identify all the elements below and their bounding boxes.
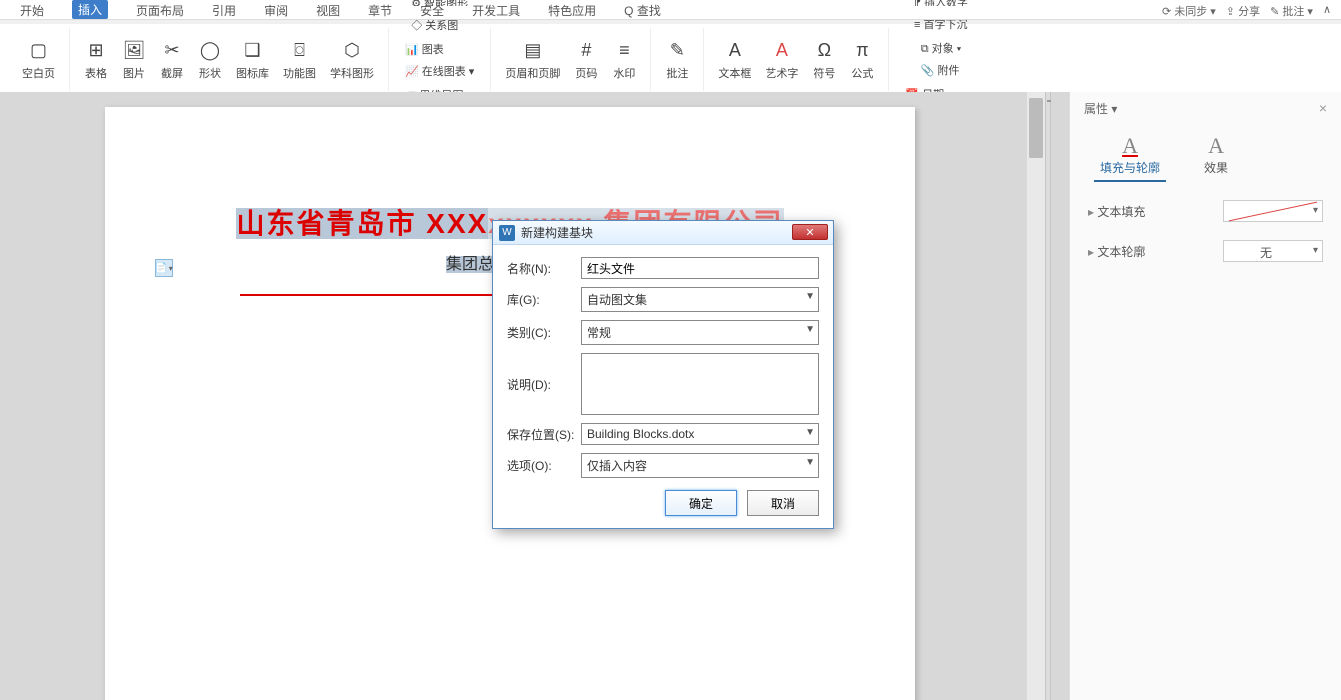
text-fill-swatch[interactable]: ▾ xyxy=(1223,200,1323,222)
desc-label: 说明(D): xyxy=(507,376,581,393)
funcimg-icon: ⌼ xyxy=(288,39,312,63)
wordart-icon: A xyxy=(770,39,794,63)
tab-start[interactable]: 开始 xyxy=(20,2,44,19)
name-label: 名称(N): xyxy=(507,260,581,277)
prop-tab-effects[interactable]: A效果 xyxy=(1198,129,1234,182)
symbol-button[interactable]: Ω符号 xyxy=(806,37,842,83)
options-label: 选项(O): xyxy=(507,457,581,474)
tab-view[interactable]: 视图 xyxy=(316,2,340,19)
ok-button[interactable]: 确定 xyxy=(665,490,737,516)
new-building-block-dialog: W 新建构建基块 ✕ 名称(N): 库(G):自动图文集▼ 类别(C):常规▼ … xyxy=(492,220,834,529)
comment-button[interactable]: ✎批注 xyxy=(659,37,695,83)
comment-icon: ✎ xyxy=(665,39,689,63)
panel-title: 属性 ▾ xyxy=(1084,100,1117,117)
subjshape-button[interactable]: ⬡学科图形 xyxy=(324,37,380,83)
watermark-icon: ≡ xyxy=(612,39,636,63)
dialog-close-button[interactable]: ✕ xyxy=(792,224,828,240)
tab-section[interactable]: 章节 xyxy=(368,2,392,19)
gallery-combo[interactable]: 自动图文集▼ xyxy=(581,287,819,312)
gallery-label: 库(G): xyxy=(507,291,581,308)
headerfooter-button[interactable]: ▤页眉和页脚 xyxy=(499,37,566,83)
iconlib-button[interactable]: ❑图标库 xyxy=(230,37,275,83)
onlinechart-button[interactable]: 📈 在线图表 ▾ xyxy=(401,61,478,81)
ribbon: ▢空白页 ⊞表格 🖼图片 ✂截屏 ◯形状 ❑图标库 ⌼功能图 ⬡学科图形 ⚙ 智… xyxy=(0,24,1341,96)
symbol-icon: Ω xyxy=(812,39,836,63)
text-fill-label[interactable]: 文本填充 xyxy=(1088,203,1145,220)
app-icon: W xyxy=(499,225,515,241)
blank-page-button[interactable]: ▢空白页 xyxy=(16,37,61,83)
comments-button[interactable]: ✎ 批注 ▾ xyxy=(1270,3,1313,19)
name-input[interactable] xyxy=(581,257,819,279)
page-icon: ▢ xyxy=(27,39,51,63)
options-combo[interactable]: 仅插入内容▼ xyxy=(581,453,819,478)
desc-textarea[interactable] xyxy=(581,353,819,415)
text-outline-swatch[interactable]: 无▾ xyxy=(1223,240,1323,262)
attach-button[interactable]: 📎 附件 xyxy=(917,60,966,80)
sync-status[interactable]: ⟳ 未同步 ▾ xyxy=(1162,3,1216,19)
image-icon: 🖼 xyxy=(122,39,146,63)
formula-icon: π xyxy=(850,39,874,63)
share-button[interactable]: ⇪ 分享 xyxy=(1226,3,1260,19)
table-icon: ⊞ xyxy=(84,39,108,63)
vertical-scrollbar[interactable] xyxy=(1027,92,1045,700)
textbox-icon: A xyxy=(723,39,747,63)
paragraph-options-icon[interactable]: 📄 xyxy=(155,259,173,277)
tab-search[interactable]: Q 查找 xyxy=(624,2,661,19)
properties-panel: 属性 ▾ × A填充与轮廓 A效果 文本填充 ▾ 文本轮廓 无▾ xyxy=(1069,92,1341,700)
tab-security[interactable]: 安全 xyxy=(420,2,444,19)
iconlib-icon: ❑ xyxy=(241,39,265,63)
textbox-button[interactable]: A文本框 xyxy=(712,37,757,83)
text-outline-label[interactable]: 文本轮廓 xyxy=(1088,243,1145,260)
headerfooter-icon: ▤ xyxy=(521,39,545,63)
effects-icon: A xyxy=(1208,133,1224,159)
prop-tab-filloutline[interactable]: A填充与轮廓 xyxy=(1094,129,1166,182)
shape-button[interactable]: ◯形状 xyxy=(192,37,228,83)
formula-button[interactable]: π公式 xyxy=(844,37,880,83)
tab-devtools[interactable]: 开发工具 xyxy=(472,2,520,19)
pagenum-icon: # xyxy=(574,39,598,63)
shape-icon: ◯ xyxy=(198,39,222,63)
screenshot-button[interactable]: ✂截屏 xyxy=(154,37,190,83)
cancel-button[interactable]: 取消 xyxy=(747,490,819,516)
wordart-button[interactable]: A艺术字 xyxy=(759,37,804,83)
dialog-title: 新建构建基块 xyxy=(521,224,593,241)
savein-combo[interactable]: Building Blocks.dotx▼ xyxy=(581,423,819,445)
tab-insert[interactable]: 插入 xyxy=(72,0,108,19)
menu-tabs: 开始 插入 页面布局 引用 审阅 视图 章节 安全 开发工具 特色应用 Q 查找… xyxy=(0,6,1341,20)
funcimg-button[interactable]: ⌼功能图 xyxy=(277,37,322,83)
tab-review[interactable]: 审阅 xyxy=(264,2,288,19)
object-button[interactable]: ⧉ 对象 ▾ xyxy=(917,38,966,58)
tab-references[interactable]: 引用 xyxy=(212,2,236,19)
collapse-ribbon-button[interactable]: ∧ xyxy=(1323,3,1331,19)
panel-close-button[interactable]: × xyxy=(1319,100,1327,117)
screenshot-icon: ✂ xyxy=(160,39,184,63)
tab-pagelayout[interactable]: 页面布局 xyxy=(136,2,184,19)
panel-splitter[interactable] xyxy=(1045,92,1051,700)
subjshape-icon: ⬡ xyxy=(340,39,364,63)
dialog-titlebar[interactable]: W 新建构建基块 ✕ xyxy=(493,221,833,245)
pagenum-button[interactable]: #页码 xyxy=(568,37,604,83)
category-label: 类别(C): xyxy=(507,324,581,341)
tab-special[interactable]: 特色应用 xyxy=(548,2,596,19)
fill-outline-icon: A xyxy=(1122,133,1138,159)
image-button[interactable]: 🖼图片 xyxy=(116,37,152,83)
category-combo[interactable]: 常规▼ xyxy=(581,320,819,345)
chart-button[interactable]: 📊 图表 xyxy=(401,39,478,59)
table-button[interactable]: ⊞表格 xyxy=(78,37,114,83)
savein-label: 保存位置(S): xyxy=(507,426,581,443)
watermark-button[interactable]: ≡水印 xyxy=(606,37,642,83)
